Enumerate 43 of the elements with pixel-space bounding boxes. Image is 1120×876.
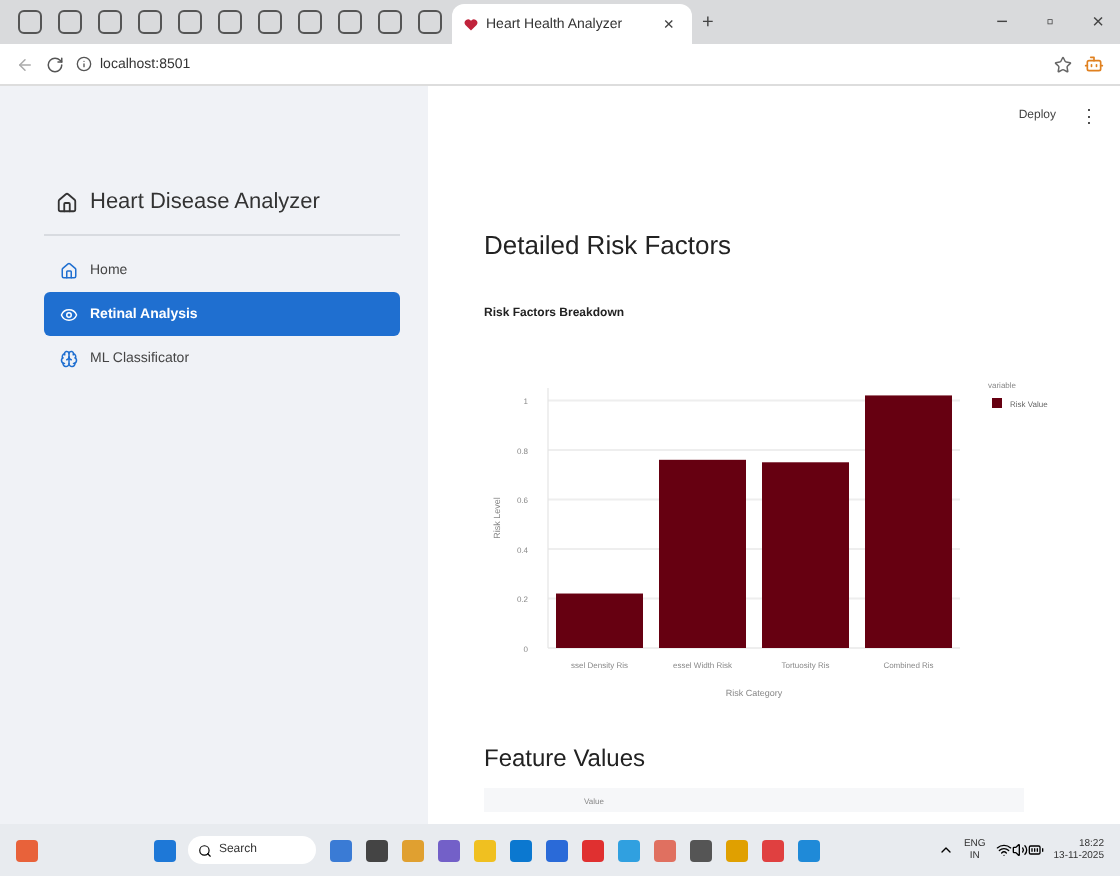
pinned-tab-icon[interactable] xyxy=(138,10,162,34)
wifi-icon[interactable] xyxy=(995,842,1012,858)
tray-chevron-icon[interactable] xyxy=(937,842,954,858)
section-heading: Detailed Risk Factors xyxy=(484,230,734,260)
info-icon xyxy=(76,56,92,72)
pinned-tab-icon[interactable] xyxy=(258,10,282,34)
brain-icon xyxy=(60,349,78,367)
legend-swatch xyxy=(992,398,1002,408)
volume-icon[interactable] xyxy=(1011,842,1028,858)
search-icon xyxy=(198,843,213,857)
pinned-tab-icon[interactable] xyxy=(418,10,442,34)
pinned-tab-icon[interactable] xyxy=(298,10,322,34)
heart-icon xyxy=(464,17,478,31)
pinned-tab-icon[interactable] xyxy=(58,10,82,34)
app-icon[interactable] xyxy=(366,839,389,861)
pinned-tab-icon[interactable] xyxy=(18,10,42,34)
window-control[interactable]: × xyxy=(1076,11,1120,33)
window-control[interactable]: ▫ xyxy=(1028,11,1072,33)
window-control[interactable]: − xyxy=(980,11,1024,33)
section-heading: Feature Values xyxy=(484,744,647,772)
app-logo-icon xyxy=(56,191,78,213)
menu-button[interactable]: ⋮ xyxy=(1074,106,1104,126)
app-icon[interactable] xyxy=(582,839,605,861)
pinned-tab-icon[interactable] xyxy=(378,10,402,34)
home-icon xyxy=(60,261,78,279)
pinned-tab-icon[interactable] xyxy=(338,10,362,34)
app-icon[interactable] xyxy=(438,839,461,861)
app-title: Heart Disease Analyzer xyxy=(90,190,320,214)
app-icon[interactable] xyxy=(690,839,713,861)
app-icon[interactable] xyxy=(762,839,785,861)
eye-icon xyxy=(60,305,78,323)
pinned-tab-icon[interactable] xyxy=(218,10,242,34)
pinned-tab-icon[interactable] xyxy=(178,10,202,34)
bar xyxy=(556,593,643,648)
reload-icon[interactable] xyxy=(46,55,64,73)
new-tab-button[interactable]: + xyxy=(696,11,720,33)
close-tab-button[interactable]: × xyxy=(657,14,680,34)
app-icon[interactable] xyxy=(330,839,353,861)
star-icon[interactable] xyxy=(1054,55,1072,73)
battery-icon[interactable] xyxy=(1027,842,1044,858)
pinned-tab-icon[interactable] xyxy=(98,10,122,34)
app-icon[interactable] xyxy=(546,839,569,861)
app-icon[interactable] xyxy=(510,839,533,861)
